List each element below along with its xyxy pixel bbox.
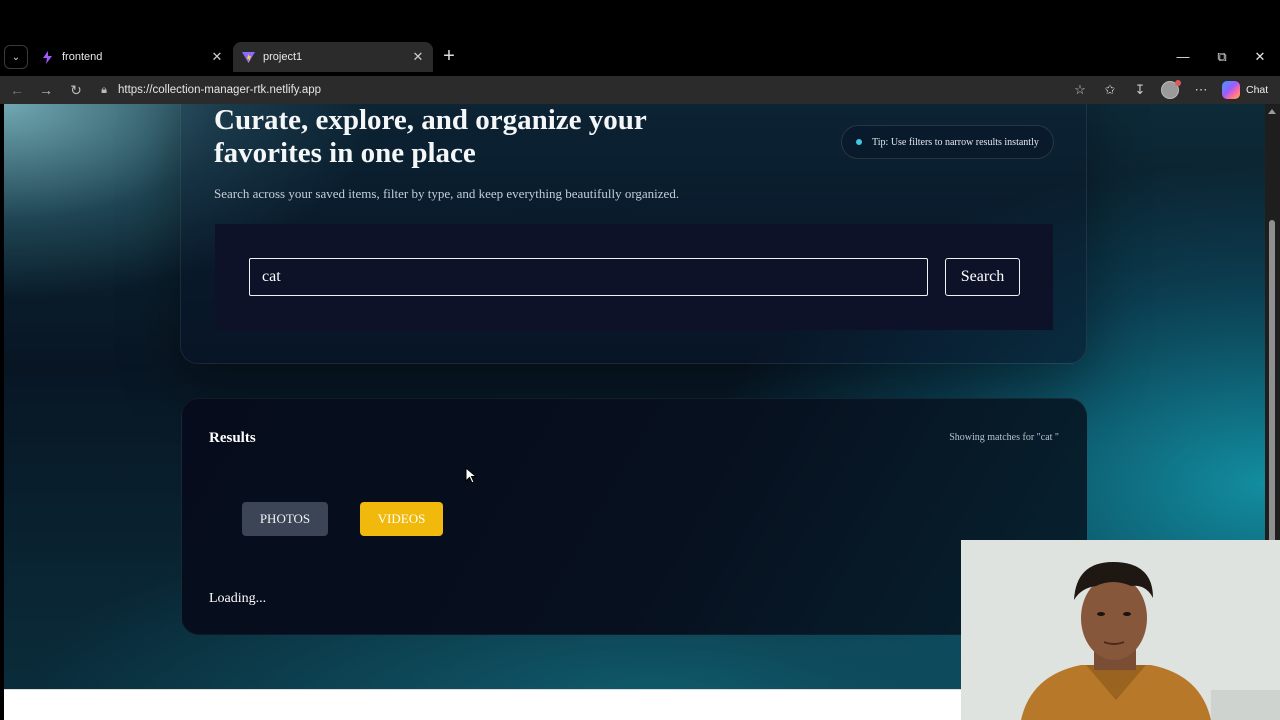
favorite-star-icon[interactable]: ☆ [1069, 80, 1091, 100]
lock-icon: 🔒︎ [101, 83, 107, 96]
restore-button[interactable]: ⧉ [1210, 46, 1234, 68]
search-panel: Search [215, 224, 1053, 330]
search-button[interactable]: Search [945, 258, 1020, 296]
tab-label: frontend [62, 51, 103, 63]
url-text: https://collection-manager-rtk.netlify.a… [118, 84, 322, 96]
mouse-cursor-icon [465, 467, 477, 484]
new-tab-button[interactable]: + [438, 46, 460, 68]
copilot-icon [1222, 81, 1240, 99]
browser-tab-frontend[interactable]: frontend ✕ [32, 42, 232, 72]
vite-favicon-icon [40, 50, 54, 64]
minimize-button[interactable]: — [1171, 46, 1195, 68]
download-icon[interactable]: ↧ [1129, 80, 1151, 100]
scroll-up-icon[interactable] [1268, 109, 1276, 114]
page-title: Curate, explore, and organize your favor… [214, 104, 647, 169]
back-arrow-icon[interactable]: ← [6, 80, 28, 100]
webcam-overlay [961, 540, 1280, 720]
status-dot-icon [856, 139, 862, 145]
presenter-video-image [961, 540, 1280, 720]
reload-icon[interactable]: ↻ [65, 80, 87, 100]
profile-avatar[interactable] [1161, 80, 1181, 99]
close-window-button[interactable]: ✕ [1248, 46, 1272, 68]
favorites-icon[interactable]: ✩ [1099, 80, 1121, 100]
vite-favicon-icon [241, 50, 255, 64]
filter-photos-button[interactable]: PHOTOS [242, 502, 328, 536]
results-meta: Showing matches for "cat " [949, 432, 1059, 443]
tab-label: project1 [263, 51, 303, 63]
page-subtitle: Search across your saved items, filter b… [214, 186, 680, 201]
browser-tab-project1[interactable]: project1 ✕ [233, 42, 433, 72]
search-input[interactable] [249, 258, 928, 296]
copilot-chat-button[interactable]: Chat [1222, 80, 1268, 100]
forward-arrow-icon[interactable]: → [35, 80, 57, 100]
results-card: Results Showing matches for "cat " PHOTO… [181, 398, 1087, 635]
loading-status: Loading... [209, 591, 267, 606]
address-bar[interactable]: 🔒︎ https://collection-manager-rtk.netlif… [94, 79, 1094, 101]
tip-badge: Tip: Use filters to narrow results insta… [841, 125, 1054, 159]
tip-text: Tip: Use filters to narrow results insta… [872, 136, 1039, 148]
close-tab-icon[interactable]: ✕ [208, 49, 226, 65]
more-menu-icon[interactable]: ⋯ [1190, 80, 1212, 100]
chevron-down-icon: ⌄ [11, 51, 21, 63]
browser-toolbar: ← → ↻ 🔒︎ https://collection-manager-rtk.… [0, 76, 1280, 104]
tab-list-button[interactable]: ⌄ [4, 45, 28, 69]
filter-videos-button[interactable]: VIDEOS [360, 502, 443, 536]
chat-label: Chat [1246, 84, 1269, 96]
results-heading: Results [209, 430, 256, 446]
browser-tab-strip: ⌄ frontend ✕ project1 ✕ + — ⧉ ✕ [0, 0, 1280, 76]
close-tab-icon[interactable]: ✕ [409, 49, 427, 65]
